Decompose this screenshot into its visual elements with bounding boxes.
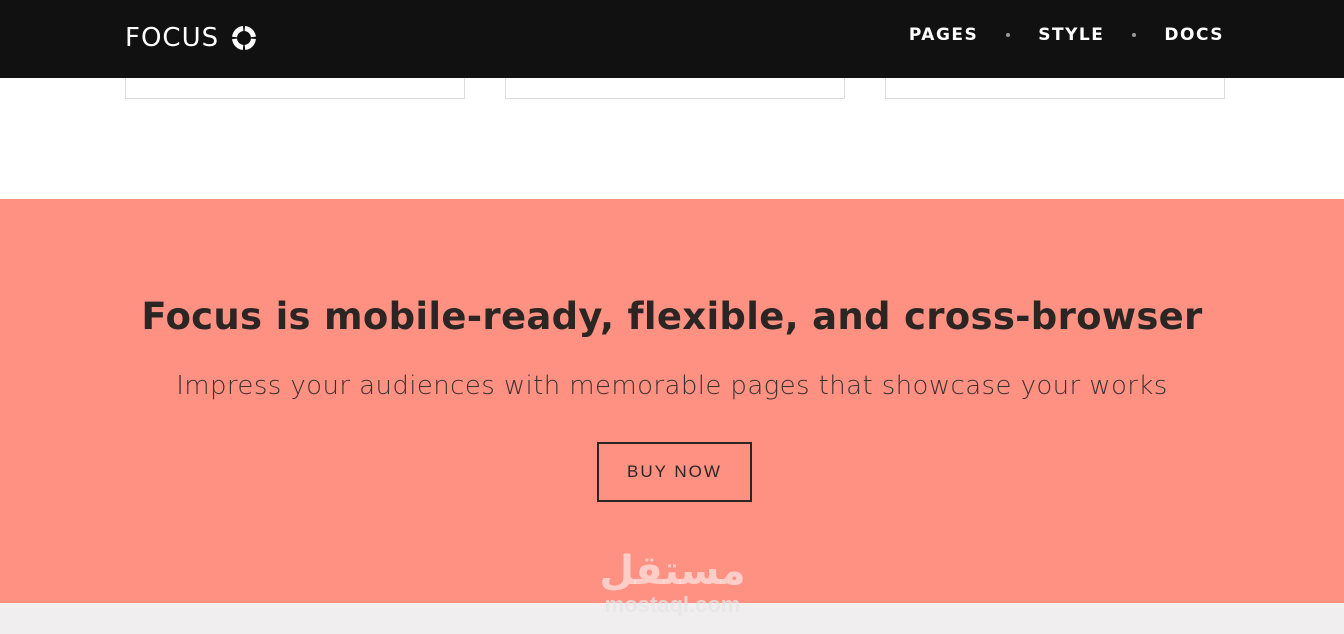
nav-separator — [1132, 33, 1137, 37]
cta-heading: Focus is mobile-ready, flexible, and cro… — [141, 295, 1203, 338]
buy-now-button[interactable]: BUY NOW — [597, 442, 752, 502]
footer-strip — [0, 603, 1344, 634]
main-nav: PAGES STYLE DOCS — [909, 24, 1224, 46]
call-to-action-section: Focus is mobile-ready, flexible, and cro… — [0, 199, 1344, 603]
top-navbar: FOCUS PAGES STYLE DOCS — [0, 0, 1344, 78]
nav-item-docs[interactable]: DOCS — [1164, 25, 1224, 45]
ring-logo-icon — [232, 26, 257, 50]
nav-separator — [1006, 33, 1011, 37]
feature-cards-section — [0, 68, 1344, 199]
nav-item-pages[interactable]: PAGES — [909, 25, 978, 45]
cta-subheading: Impress your audiences with memorable pa… — [176, 371, 1168, 401]
nav-item-style[interactable]: STYLE — [1038, 25, 1104, 45]
brand-logo[interactable]: FOCUS — [125, 20, 257, 56]
brand-name: FOCUS — [125, 23, 220, 53]
